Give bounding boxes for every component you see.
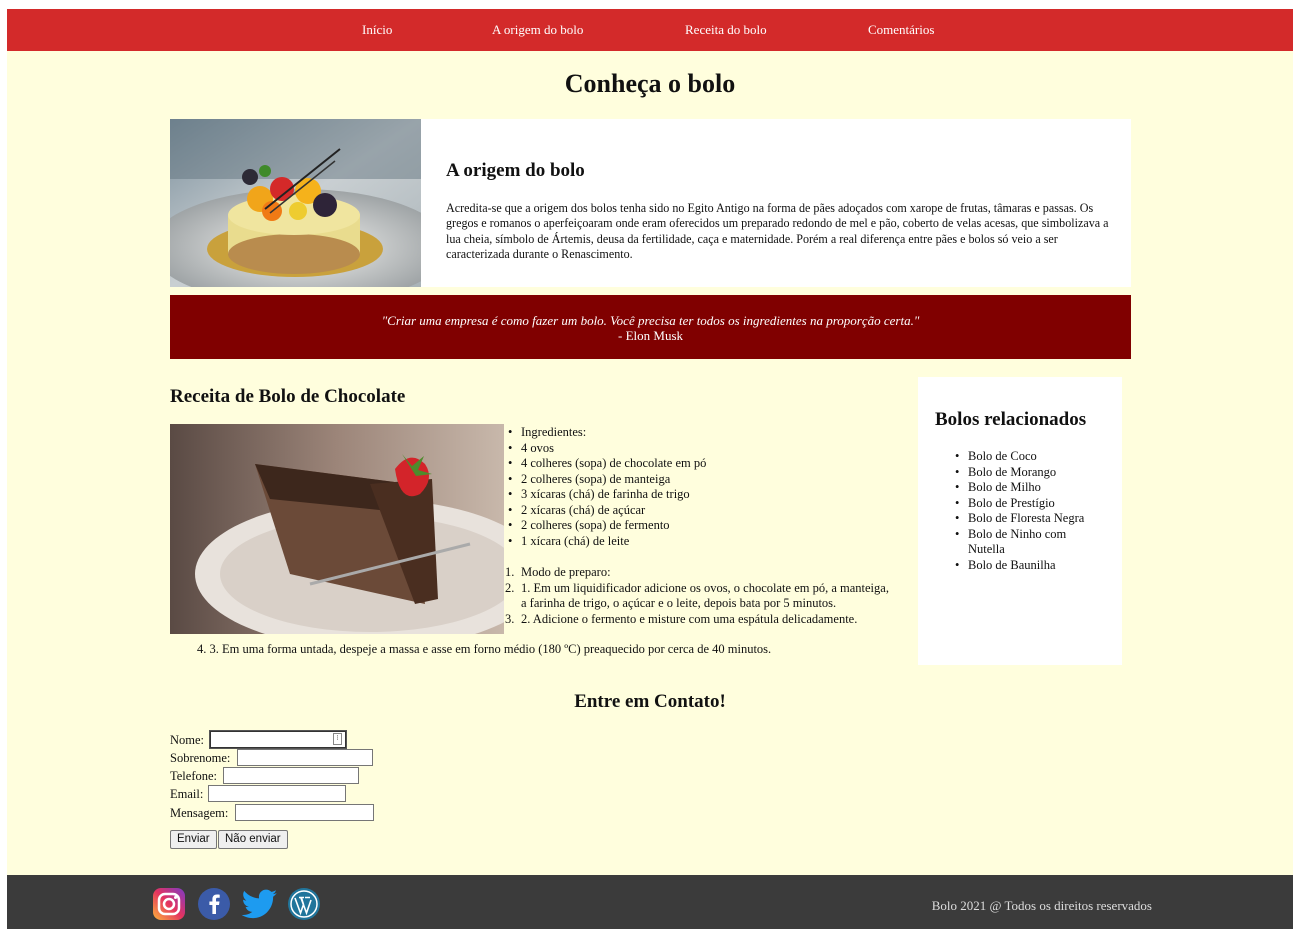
telefone-label: Telefone: xyxy=(170,769,218,783)
quote-text: "Criar uma empresa é como fazer um bolo.… xyxy=(381,313,920,328)
origin-title: A origem do bolo xyxy=(446,160,585,181)
copyright-text: Bolo 2021 @ Todos os direitos reservados xyxy=(931,898,1152,913)
related-list: Bolo de Coco Bolo de Morango Bolo de Mil… xyxy=(951,449,1101,573)
list-item: Bolo de Ninho com Nutella xyxy=(951,527,1101,558)
list-item: Bolo de Milho xyxy=(951,480,1101,496)
origin-text: Acredita-se que a origem dos bolos tenha… xyxy=(446,201,1109,262)
list-item: Ingredientes: xyxy=(505,425,706,441)
list-item: 3. 2. Adicione o fermento e misture com u… xyxy=(505,611,858,626)
nome-label: Nome: xyxy=(170,733,205,747)
list-item: Bolo de Prestígio xyxy=(951,496,1101,512)
telefone-input[interactable] xyxy=(223,767,359,784)
ingredients-list: Ingredientes: 4 ovos 4 colheres (sopa) d… xyxy=(505,425,706,549)
related-title: Bolos relacionados xyxy=(935,409,1087,430)
email-label: Email: xyxy=(170,787,204,801)
recipe-title: Receita de Bolo de Chocolate xyxy=(170,386,406,407)
related-cakes-panel: Bolos relacionados Bolo de Coco Bolo de … xyxy=(918,377,1122,665)
chocolate-cake-image xyxy=(170,424,504,634)
mensagem-label: Mensagem: xyxy=(170,806,229,820)
page-title: Conheça o bolo xyxy=(564,69,736,98)
list-item: 2. 1. Em um liquidificador adicione os ov… xyxy=(505,580,889,611)
quote-author: - Elon Musk xyxy=(618,328,683,343)
list-item: 4 colheres (sopa) de chocolate em pó xyxy=(505,456,706,472)
page: Início A origem do bolo Receita do bolo … xyxy=(7,9,1293,929)
twitter-icon[interactable] xyxy=(241,887,279,921)
contact-title: Entre em Contato! xyxy=(574,691,726,712)
wordpress-icon[interactable] xyxy=(287,887,321,921)
top-nav: Início A origem do bolo Receita do bolo … xyxy=(7,9,1293,51)
list-item: 2 xícaras (chá) de açúcar xyxy=(505,503,706,519)
list-item: 3 xícaras (chá) de farinha de trigo xyxy=(505,487,706,503)
quote-banner: "Criar uma empresa é como fazer um bolo.… xyxy=(170,295,1131,359)
list-item: 4 ovos xyxy=(505,441,706,457)
fruit-cake-image xyxy=(170,119,421,287)
instagram-icon[interactable] xyxy=(152,887,186,921)
nav-link-origem[interactable]: A origem do bolo xyxy=(492,22,583,38)
list-item: Bolo de Morango xyxy=(951,465,1101,481)
list-item: Bolo de Floresta Negra xyxy=(951,511,1101,527)
contact-card-icon: ⁞ xyxy=(333,733,342,745)
nome-input[interactable]: ⁞ xyxy=(209,730,347,749)
nav-link-receita[interactable]: Receita do bolo xyxy=(685,22,767,38)
sobrenome-label: Sobrenome: xyxy=(170,751,231,765)
nav-link-inicio[interactable]: Início xyxy=(362,22,392,38)
list-item: 4. 3. Em uma forma untada, despeje a mas… xyxy=(197,642,772,656)
nav-link-comentarios[interactable]: Comentários xyxy=(868,22,934,38)
list-item: 2 colheres (sopa) de manteiga xyxy=(505,472,706,488)
reset-button[interactable]: Não enviar xyxy=(218,830,288,849)
list-item: 1. Modo de preparo: xyxy=(505,565,611,579)
list-item: 1 xícara (chá) de leite xyxy=(505,534,706,550)
list-item: Bolo de Baunilha xyxy=(951,558,1101,574)
footer: Bolo 2021 @ Todos os direitos reservados xyxy=(7,875,1293,929)
facebook-icon[interactable] xyxy=(197,887,231,921)
email-input[interactable] xyxy=(208,785,346,802)
steps-list: 1. Modo de preparo: 2. 1. Em um liquidific… xyxy=(505,565,895,627)
list-item: Bolo de Coco xyxy=(951,449,1101,465)
origin-section: A origem do bolo Acredita-se que a orige… xyxy=(170,119,1131,287)
list-item: 2 colheres (sopa) de fermento xyxy=(505,518,706,534)
mensagem-input[interactable] xyxy=(235,804,374,821)
sobrenome-input[interactable] xyxy=(237,749,373,766)
submit-button[interactable]: Enviar xyxy=(170,830,217,849)
